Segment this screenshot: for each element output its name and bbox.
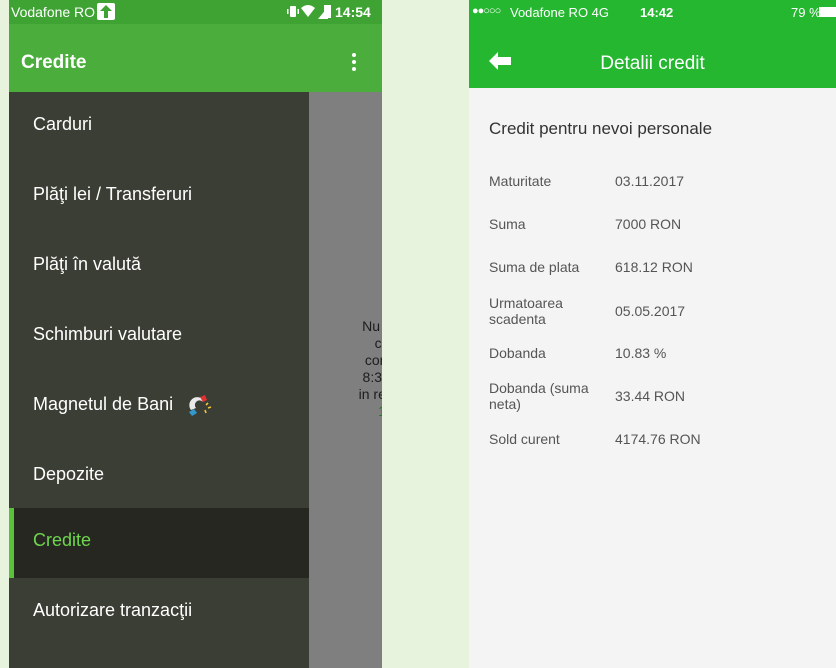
page-title: Credite xyxy=(21,52,87,73)
drawer-item-depozite[interactable]: Depozite xyxy=(9,442,309,512)
drawer-item-label: Autorizare tranzacţii xyxy=(33,600,193,620)
upload-arrow-icon xyxy=(97,3,115,20)
battery-icon xyxy=(324,5,331,18)
drawer-item-label: Credite xyxy=(33,530,92,550)
app-bar: Credite xyxy=(9,24,382,92)
detail-key: Dobanda (suma neta) xyxy=(489,380,589,412)
drawer-item-carduri[interactable]: Carduri xyxy=(9,92,309,162)
vibrate-icon xyxy=(287,6,299,17)
drawer-item-magnetul-de-bani[interactable]: Magnetul de Bani xyxy=(9,372,309,442)
detail-value: 03.11.2017 xyxy=(615,173,685,189)
drawer-item-label: Depozite xyxy=(33,464,105,484)
credit-name-heading: Credit pentru nevoi personale xyxy=(489,119,713,138)
ios-header: ●●○○○ Vodafone RO 4G 14:42 79 % Detalii … xyxy=(469,0,836,88)
drawer-item-plati-lei[interactable]: Plăţi lei / Transferuri xyxy=(9,162,309,232)
drawer-item-label: Plăţi lei / Transferuri xyxy=(33,184,193,204)
active-indicator xyxy=(9,508,14,578)
drawer-item-plati-valuta[interactable]: Plăţi în valută xyxy=(9,232,309,302)
detail-value: 33.44 RON xyxy=(615,388,686,404)
detail-key: Sold curent xyxy=(489,431,560,447)
detail-key: Maturitate xyxy=(489,173,552,189)
wifi-icon xyxy=(301,5,315,17)
detail-key: Suma de plata xyxy=(489,259,580,275)
battery-percent: 79 % xyxy=(791,5,821,20)
detail-key: Suma xyxy=(489,216,526,232)
more-options-icon[interactable] xyxy=(352,53,356,74)
detail-value: 7000 RON xyxy=(615,216,682,232)
status-time: 14:54 xyxy=(335,4,371,20)
status-carrier: Vodafone RO 4G xyxy=(510,5,610,20)
navigation-drawer: Carduri Plăţi lei / Transferuri Plăţi în… xyxy=(9,92,309,668)
drawer-item-label: Schimburi valutare xyxy=(33,324,183,344)
android-status-bar: Vodafone RO 14:54 xyxy=(9,0,382,24)
drawer-item-label: Carduri xyxy=(33,114,93,134)
detail-value: 05.05.2017 xyxy=(615,303,686,319)
detail-value: 10.83 % xyxy=(615,345,667,361)
android-screen: Vodafone RO 14:54 Credite Nu exi co xyxy=(9,0,382,668)
status-time: 14:42 xyxy=(640,5,674,20)
drawer-item-credite[interactable]: Credite xyxy=(9,508,309,578)
detail-value: 4174.76 RON xyxy=(615,431,701,447)
page-title: Detalii credit xyxy=(600,53,705,74)
drawer-scrim[interactable]: Nu exi co conta 8:30 – in retea 1 xyxy=(309,92,382,668)
background-content-text: Nu exi co conta 8:30 – in retea 1 xyxy=(358,318,382,419)
signal-dots-icon: ●●○○○ xyxy=(472,5,501,17)
magnet-icon xyxy=(187,392,213,423)
status-carrier: Vodafone RO xyxy=(11,4,96,20)
drawer-item-autorizare-tranzactii[interactable]: Autorizare tranzacţii xyxy=(9,578,309,648)
drawer-item-schimburi-valutare[interactable]: Schimburi valutare xyxy=(9,302,309,372)
detail-key: Urmatoarea scadenta xyxy=(489,295,563,327)
drawer-item-label: Plăţi în valută xyxy=(33,254,142,274)
battery-icon xyxy=(819,7,836,17)
detail-value: 618.12 RON xyxy=(615,259,693,275)
detail-key: Dobanda xyxy=(489,345,546,361)
ios-status-bar: ●●○○○ Vodafone RO 4G 14:42 79 % xyxy=(469,0,836,24)
drawer-item-label: Magnetul de Bani xyxy=(33,394,174,414)
